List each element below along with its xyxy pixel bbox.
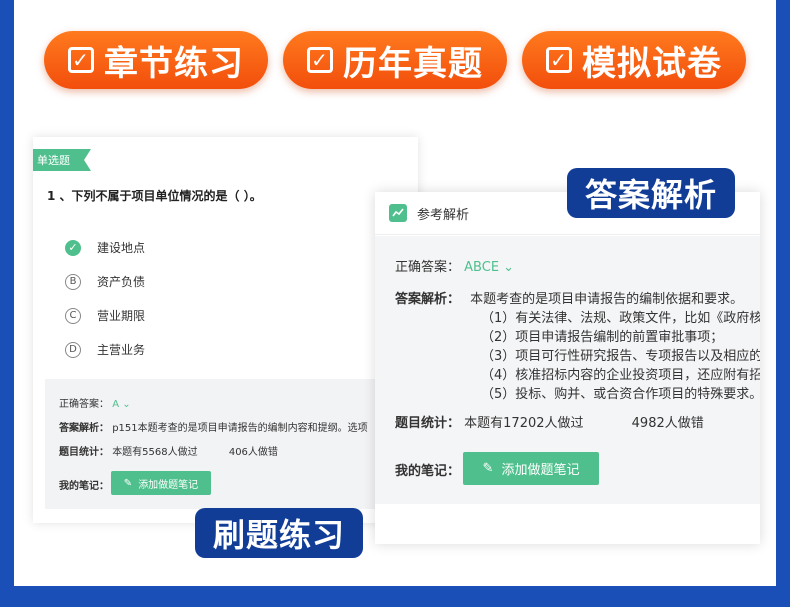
analysis-card: 参考解析 正确答案： ABCE ⌄ 答案解析： 本题考查的是项目申请报告的编制依… [375,192,760,544]
add-note-button[interactable]: ✎ 添加做题笔记 [111,471,211,495]
analysis-item: （3）项目可行性研究报告、专项报告以及相应的 [481,349,760,364]
question-type-tag: 单选题 [33,149,91,171]
option-text: 建设地点 [97,241,146,255]
analysis-row: 答案解析： 本题考查的是项目申请报告的编制依据和要求。 [395,288,743,307]
option-c[interactable]: C 营业期限 [65,307,145,324]
pencil-icon: ✎ [482,461,494,476]
analysis-title: 参考解析 [417,207,470,223]
chapter-practice-label: 章节练习 [104,43,244,84]
correct-answer-value: A [112,399,120,410]
analysis-item: （5）投标、购并、或合资合作项目的特殊要求。 [481,387,760,402]
correct-answer-row: 正确答案： ABCE ⌄ [395,256,514,275]
note-row: 我的笔记： [395,460,460,479]
analysis-label: 答案解析： [59,423,109,434]
option-text: 资产负债 [97,275,146,289]
check-icon: ✓ [307,47,333,73]
option-letter: B [65,273,81,290]
past-exams-label: 历年真题 [343,43,483,84]
add-note-label: 添加做题笔记 [501,463,580,478]
past-exams-button[interactable]: ✓ 历年真题 [283,31,507,89]
option-text: 主营业务 [97,343,146,357]
chevron-down-icon[interactable]: ⌄ [503,260,514,275]
question-title: 1 、下列不属于项目单位情况的是（ ）。 [47,189,262,203]
option-d[interactable]: D 主营业务 [65,341,145,358]
option-text: 营业期限 [97,309,146,323]
stats-row: 题目统计： 本题有5568人做过 406人做错 [59,443,278,458]
answer-analysis-badge: 答案解析 [567,168,735,218]
analysis-body: 正确答案： ABCE ⌄ 答案解析： 本题考查的是项目申请报告的编制依据和要求。… [375,236,760,504]
chevron-down-icon[interactable]: ⌄ [122,399,130,410]
analysis-item: （4）核准招标内容的企业投资项目，还应附有招 [481,368,760,383]
option-b[interactable]: B 资产负债 [65,273,145,290]
stats-label: 题目统计： [395,416,461,431]
practice-badge: 刷题练习 [195,508,363,558]
analysis-row: 答案解析： p151本题考查的是项目申请报告的编制内容和提纲。选项 [59,419,368,434]
option-letter: D [65,341,81,358]
check-circle-icon: ✓ [65,239,81,256]
chapter-practice-button[interactable]: ✓ 章节练习 [44,31,268,89]
stats-wrong: 4982人做错 [631,416,704,431]
question-card: 单选题 1 、下列不属于项目单位情况的是（ ）。 ✓ 建设地点 B 资产负债 C… [33,137,418,523]
mock-exam-label: 模拟试卷 [582,43,722,84]
chart-line-icon [389,204,407,222]
analysis-text: p151本题考查的是项目申请报告的编制内容和提纲。选项 [112,423,368,434]
stats-row: 题目统计： 本题有17202人做过 4982人做错 [395,412,704,431]
analysis-intro: 本题考查的是项目申请报告的编制依据和要求。 [470,292,744,307]
analysis-item: （1）有关法律、法规、政策文件，比如《政府核 [481,311,760,326]
check-icon: ✓ [68,47,94,73]
analysis-item: （2）项目申请报告编制的前置审批事项； [481,330,724,345]
pencil-icon: ✎ [123,477,133,489]
note-label: 我的笔记： [395,464,461,479]
answer-box: 正确答案： A ⌄ 答案解析： p151本题考查的是项目申请报告的编制内容和提纲… [45,379,418,509]
option-letter: C [65,307,81,324]
option-a[interactable]: ✓ 建设地点 [65,239,145,256]
stats-done: 本题有17202人做过 [464,416,584,431]
correct-answer-row: 正确答案： A ⌄ [59,395,131,410]
add-note-label: 添加做题笔记 [138,479,199,491]
stats-label: 题目统计： [59,447,109,458]
check-icon: ✓ [546,47,572,73]
stats-wrong: 406人做错 [228,447,278,458]
mock-exam-button[interactable]: ✓ 模拟试卷 [522,31,746,89]
stats-done: 本题有5568人做过 [112,447,198,458]
note-row: 我的笔记： [59,477,109,492]
note-label: 我的笔记： [59,481,109,492]
correct-answer-label: 正确答案： [59,399,109,410]
correct-answer-label: 正确答案： [395,260,461,275]
add-note-button[interactable]: ✎ 添加做题笔记 [463,452,599,485]
analysis-label: 答案解析： [395,292,461,307]
correct-answer-value: ABCE [464,260,500,275]
